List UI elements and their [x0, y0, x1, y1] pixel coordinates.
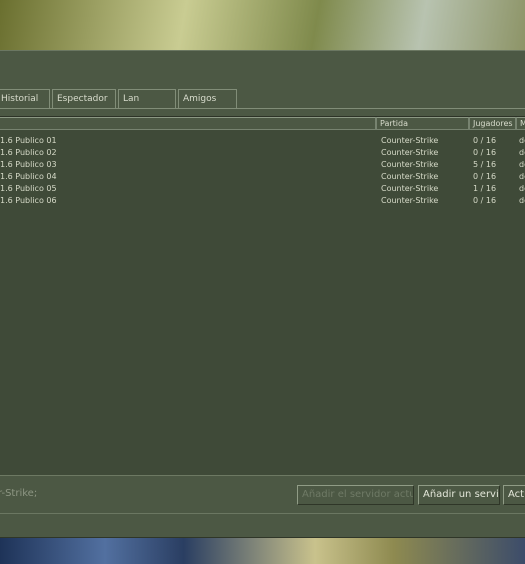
column-header-partida[interactable]: Partida [376, 117, 469, 130]
server-players: 0 / 16 [473, 136, 497, 145]
server-list[interactable]: Partida Jugadores M 1.6 Publico 01 Count… [0, 116, 525, 476]
server-map: de [519, 148, 525, 157]
server-map: de [519, 172, 525, 181]
tab-amigos[interactable]: Amigos [178, 89, 237, 108]
tab-label: Espectador [57, 94, 108, 104]
desktop-background-bottom [0, 538, 525, 564]
server-players: 0 / 16 [473, 148, 497, 157]
tab-label: Amigos [183, 94, 217, 104]
server-name: 1.6 Publico 06 [0, 196, 57, 205]
tab-lan[interactable]: Lan [118, 89, 176, 108]
filter-summary: r-Strike; [0, 488, 38, 499]
tab-historial[interactable]: Historial [0, 89, 50, 108]
server-map: de [519, 136, 525, 145]
tab-bar: Historial Espectador Lan Amigos [0, 89, 525, 109]
server-name: 1.6 Publico 02 [0, 148, 57, 157]
table-row[interactable]: 1.6 Publico 03 Counter-Strike 5 / 16 de [0, 159, 525, 171]
server-map: de [519, 160, 525, 169]
tab-divider [0, 108, 525, 109]
add-server-button[interactable]: Añadir un servi. [418, 485, 500, 505]
server-game: Counter-Strike [381, 136, 439, 145]
server-map: de [519, 184, 525, 193]
column-header-name[interactable] [0, 117, 376, 130]
server-players: 1 / 16 [473, 184, 497, 193]
table-row[interactable]: 1.6 Publico 05 Counter-Strike 1 / 16 de [0, 183, 525, 195]
column-header-label: Partida [380, 119, 408, 128]
table-row[interactable]: 1.6 Publico 01 Counter-Strike 0 / 16 de [0, 135, 525, 147]
column-header-mapa[interactable]: M [516, 117, 525, 130]
table-row[interactable]: 1.6 Publico 06 Counter-Strike 0 / 16 de [0, 195, 525, 207]
server-name: 1.6 Publico 03 [0, 160, 57, 169]
column-header-label: M [520, 119, 525, 128]
column-header-label: Jugadores [473, 119, 513, 128]
desktop-background-top [0, 0, 525, 50]
bottom-toolbar: r-Strike; Añadir el servidor actua Añadi… [0, 481, 525, 509]
table-row[interactable]: 1.6 Publico 04 Counter-Strike 0 / 16 de [0, 171, 525, 183]
server-players: 5 / 16 [473, 160, 497, 169]
tab-label: Historial [1, 94, 39, 104]
server-game: Counter-Strike [381, 172, 439, 181]
server-name: 1.6 Publico 01 [0, 136, 57, 145]
column-header-jugadores[interactable]: Jugadores [469, 117, 516, 130]
tab-espectador[interactable]: Espectador [52, 89, 116, 108]
server-game: Counter-Strike [381, 196, 439, 205]
table-row[interactable]: 1.6 Publico 02 Counter-Strike 0 / 16 de [0, 147, 525, 159]
add-current-server-button[interactable]: Añadir el servidor actua [297, 485, 414, 505]
server-players: 0 / 16 [473, 172, 497, 181]
server-players: 0 / 16 [473, 196, 497, 205]
server-map: de [519, 196, 525, 205]
server-game: Counter-Strike [381, 184, 439, 193]
server-name: 1.6 Publico 04 [0, 172, 57, 181]
server-browser-window: Historial Espectador Lan Amigos Partida … [0, 50, 525, 538]
server-name: 1.6 Publico 05 [0, 184, 57, 193]
refresh-button[interactable]: Actu [503, 485, 525, 505]
tab-label: Lan [123, 94, 140, 104]
status-divider [0, 513, 525, 514]
server-game: Counter-Strike [381, 160, 439, 169]
server-game: Counter-Strike [381, 148, 439, 157]
